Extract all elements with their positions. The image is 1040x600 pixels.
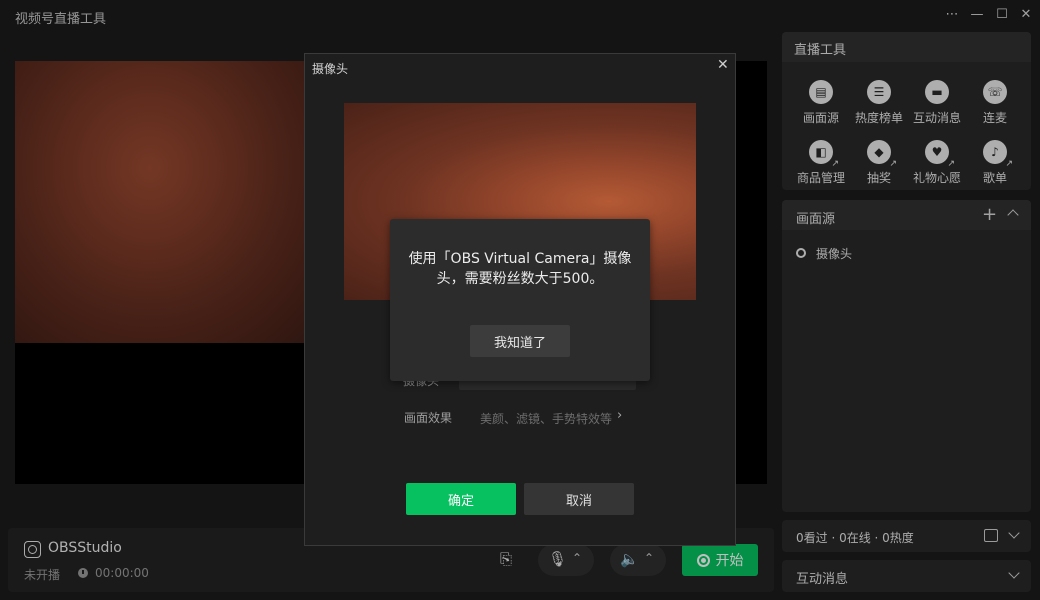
effect-label: 画面效果: [404, 411, 453, 425]
acknowledge-button[interactable]: 我知道了: [470, 325, 570, 357]
confirm-button[interactable]: 确定: [406, 483, 516, 515]
alert-message: 使用「OBS Virtual Camera」摄像头，需要粉丝数大于500。: [408, 251, 632, 287]
chevron-right-icon[interactable]: ›: [617, 408, 622, 423]
cancel-button[interactable]: 取消: [524, 483, 634, 515]
effect-value[interactable]: 美颜、滤镜、手势特效等: [480, 410, 612, 427]
dialog-title: 摄像头: [312, 62, 349, 76]
fan-requirement-alert: 使用「OBS Virtual Camera」摄像头，需要粉丝数大于500。 我知…: [390, 219, 650, 381]
close-icon[interactable]: ✕: [717, 57, 729, 73]
